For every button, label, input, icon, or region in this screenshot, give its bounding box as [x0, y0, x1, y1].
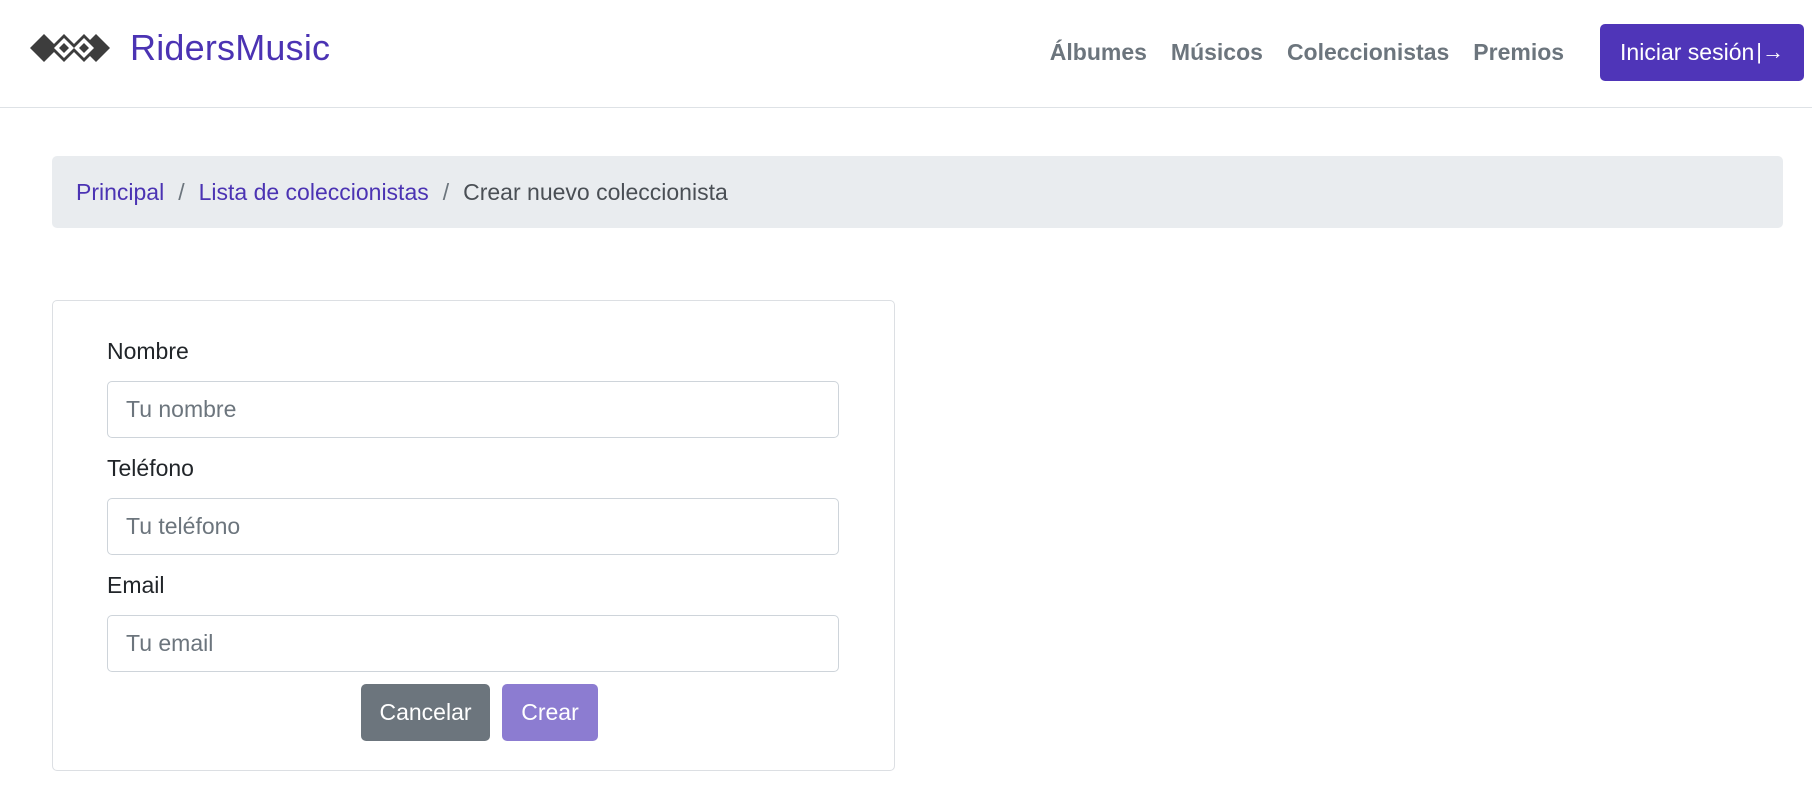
brand-link[interactable]: RidersMusic [28, 20, 330, 76]
phone-label: Teléfono [107, 455, 194, 481]
breadcrumb-link-principal[interactable]: Principal [76, 179, 164, 206]
name-input[interactable] [107, 381, 839, 438]
navbar: RidersMusic Álbumes Músicos Coleccionist… [0, 0, 1812, 108]
breadcrumb-current: Crear nuevo coleccionista [463, 178, 728, 205]
email-input[interactable] [107, 615, 839, 672]
login-button[interactable]: Iniciar sesión |→ [1600, 23, 1804, 81]
nav-link-premios[interactable]: Premios [1473, 39, 1564, 66]
diamonds-logo-icon [30, 34, 110, 62]
breadcrumb-link-lista-coleccionistas[interactable]: Lista de coleccionistas [199, 179, 429, 206]
breadcrumb-separator: / [178, 178, 185, 205]
brand-name: RidersMusic [130, 27, 331, 68]
phone-input[interactable] [107, 498, 839, 555]
email-label: Email [107, 572, 165, 598]
box-arrow-right-icon: |→ [1756, 39, 1784, 64]
create-collector-form: Nombre Teléfono Email Cancelar Crear [52, 300, 895, 771]
cancel-button[interactable]: Cancelar [361, 684, 490, 741]
nav-link-albumes[interactable]: Álbumes [1050, 39, 1147, 66]
nav-link-musicos[interactable]: Músicos [1171, 39, 1263, 66]
name-label: Nombre [107, 338, 189, 364]
breadcrumb: Principal / Lista de coleccionistas / Cr… [52, 156, 1783, 228]
create-button[interactable]: Crear [502, 684, 598, 741]
login-button-label: Iniciar sesión [1620, 38, 1755, 65]
nav-link-coleccionistas[interactable]: Coleccionistas [1287, 39, 1449, 66]
nav-links: Álbumes Músicos Coleccionistas Premios I… [1050, 23, 1812, 81]
breadcrumb-separator: / [442, 178, 450, 205]
